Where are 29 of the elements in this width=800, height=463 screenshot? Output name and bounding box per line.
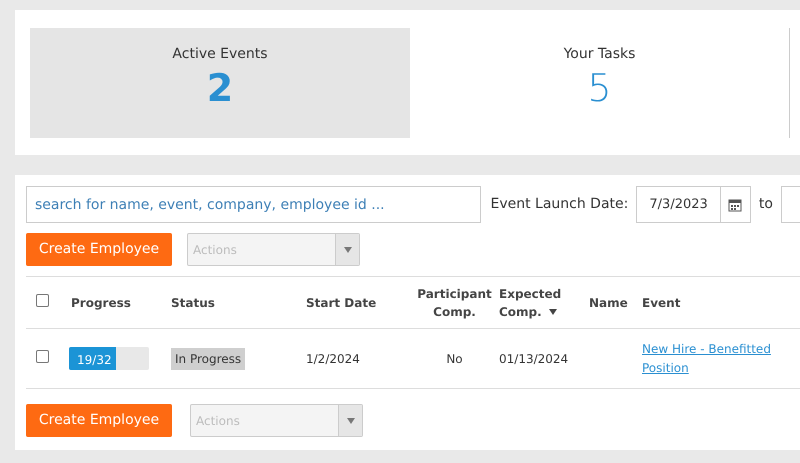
calendar-icon[interactable]: [728, 198, 742, 212]
column-header[interactable]: Expected Comp.: [499, 284, 579, 320]
column-header[interactable]: Participant Comp.: [414, 284, 494, 320]
tile-count: 5: [587, 65, 612, 111]
column-header[interactable]: Progress: [71, 294, 131, 312]
status-badge: In Progress: [171, 348, 246, 370]
participant-comp-cell: No: [446, 352, 463, 366]
summary-tile[interactable]: Active Events 2: [30, 28, 410, 138]
tile-count: 2: [206, 65, 234, 111]
start-date-cell: 1/2/2024: [306, 352, 360, 366]
event-link[interactable]: New Hire - Benefitted Position: [642, 340, 777, 378]
date-label: Event Launch Date:: [490, 195, 628, 214]
date-field[interactable]: 7/3/2023: [636, 186, 751, 223]
caret-icon: [344, 246, 352, 252]
column-header[interactable]: Status: [171, 294, 215, 312]
column-header[interactable]: Start Date: [306, 294, 376, 312]
tile-label: Your Tasks: [564, 45, 636, 64]
checkbox[interactable]: [36, 294, 49, 306]
column-header[interactable]: Name: [589, 294, 628, 312]
to-label: to: [758, 195, 773, 214]
search-field[interactable]: search for name, event, company, employee id ...: [26, 186, 482, 223]
progress-text: 19/32: [77, 352, 112, 369]
caret-icon: [346, 418, 354, 424]
column-header[interactable]: Event: [642, 294, 680, 312]
checkbox[interactable]: [36, 350, 49, 362]
sort-arrow-icon[interactable]: [549, 308, 557, 314]
date-field[interactable]: [780, 186, 800, 223]
expected-comp-cell: 01/13/2024: [499, 352, 568, 366]
tile-label: Active Events: [172, 45, 268, 64]
